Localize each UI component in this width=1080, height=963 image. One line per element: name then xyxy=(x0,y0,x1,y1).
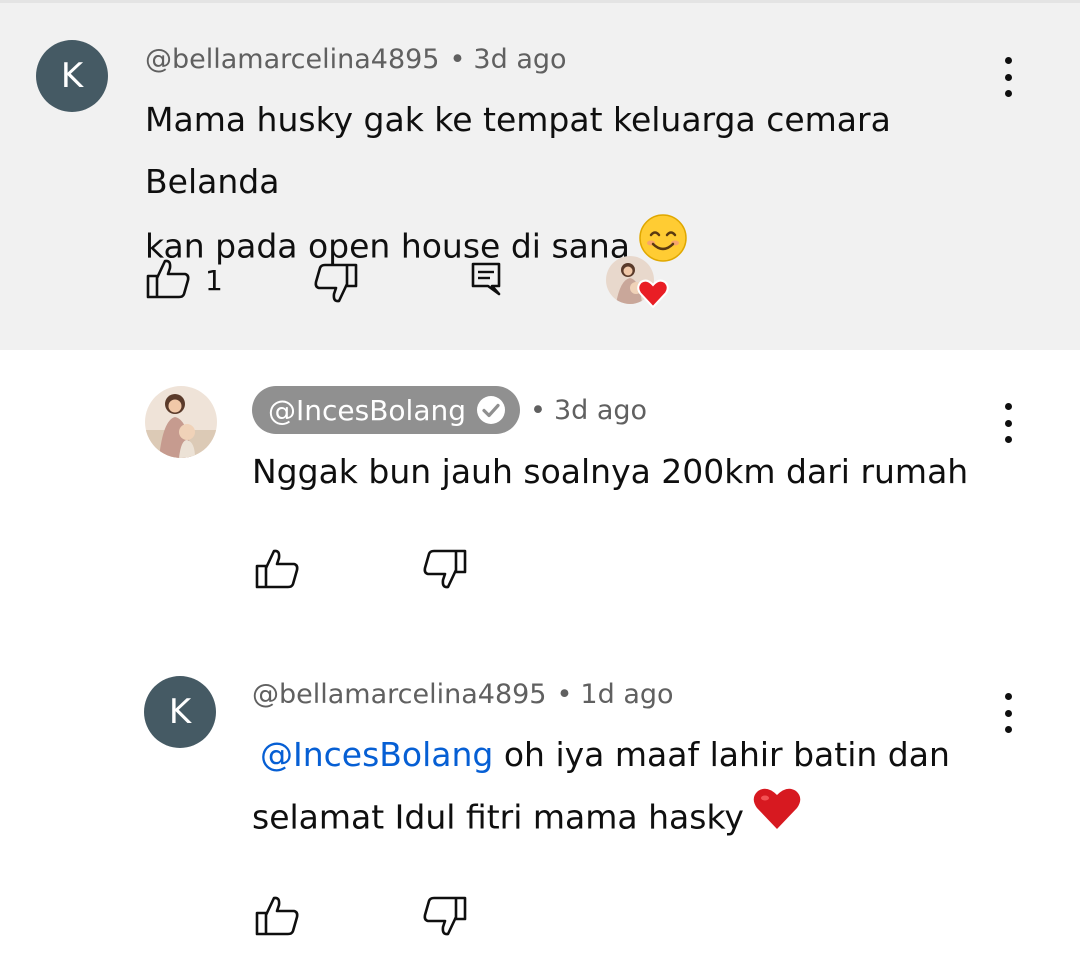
parent-comment: K @bellamarcelina4895 • 3d ago Mama husk… xyxy=(0,3,1080,350)
reply-icon[interactable] xyxy=(470,261,502,297)
avatar[interactable]: K xyxy=(36,40,108,112)
author-handle[interactable]: @bellamarcelina4895 xyxy=(252,679,546,710)
comment-text-line: Mama husky gak ke tempat keluarga cemara… xyxy=(145,100,891,201)
meta-separator: • xyxy=(449,44,466,75)
verified-check-icon xyxy=(476,395,506,425)
thumbs-up-icon[interactable] xyxy=(145,258,191,300)
avatar[interactable]: K xyxy=(144,676,216,748)
comment-text-line: kan pada open house di sana xyxy=(145,226,630,266)
red-heart-emoji-icon xyxy=(752,786,802,852)
author-handle: @IncesBolang xyxy=(268,393,467,427)
meta-separator: • xyxy=(530,394,546,426)
thumbs-down-icon[interactable] xyxy=(422,895,468,937)
avatar-letter: K xyxy=(168,692,192,732)
heart-icon xyxy=(637,279,669,309)
creator-badge[interactable]: @IncesBolang xyxy=(252,386,521,434)
thumbs-down-icon[interactable] xyxy=(422,548,468,590)
comment-text: Nggak bun jauh soalnya 200km dari rumah xyxy=(252,452,969,491)
comment-text: Mama husky gak ke tempat keluarga cemara… xyxy=(145,89,1025,283)
avatar[interactable] xyxy=(145,386,217,458)
comment-meta: @bellamarcelina4895 • 1d ago xyxy=(252,679,674,710)
comment-time[interactable]: 3d ago xyxy=(473,44,566,75)
like-count: 1 xyxy=(205,264,223,297)
thumbs-up-icon[interactable] xyxy=(254,895,300,937)
more-options-icon[interactable] xyxy=(998,403,1018,443)
mention-link[interactable]: @IncesBolang xyxy=(260,735,493,774)
comment-time[interactable]: 1d ago xyxy=(580,679,673,710)
comment-meta: @bellamarcelina4895 • 3d ago xyxy=(145,44,567,75)
author-handle[interactable]: @bellamarcelina4895 xyxy=(145,44,439,75)
comment-text: @IncesBolang oh iya maaf lahir batin dan… xyxy=(252,724,1032,852)
avatar-letter: K xyxy=(60,56,84,96)
meta-separator: • xyxy=(556,679,573,710)
comment-time[interactable]: 3d ago xyxy=(554,395,647,426)
comment-text-line: oh iya maaf lahir batin dan xyxy=(493,735,950,774)
thumbs-up-icon[interactable] xyxy=(254,548,300,590)
comment-text-line: selamat Idul fitri mama hasky xyxy=(252,797,744,837)
thumbs-down-icon[interactable] xyxy=(313,262,359,304)
comment-meta: @IncesBolang • 3d ago xyxy=(252,386,647,434)
